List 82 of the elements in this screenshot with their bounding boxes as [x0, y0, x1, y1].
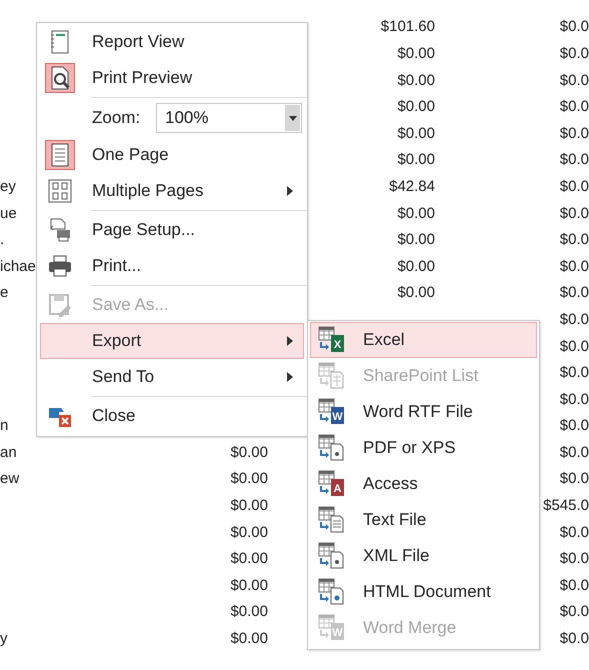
amount-cell: $0.0 [560, 258, 589, 275]
amount-cell: $0.0 [560, 231, 589, 248]
menu-item[interactable]: Multiple Pages [40, 173, 304, 209]
name-cell: ey [0, 178, 16, 195]
amount-cell: $0.00 [397, 151, 435, 168]
amount-cell: $0.0 [560, 390, 589, 408]
amount-cell: $0.0 [560, 151, 589, 168]
amount-cell: $0.00 [230, 444, 268, 461]
name-cell: ichae [0, 258, 36, 275]
amount-cell: $0.0 [560, 310, 589, 328]
menu-item[interactable]: HTML Document [310, 574, 537, 610]
amount-cell: $0.00 [397, 258, 435, 275]
name-cell: n [0, 417, 8, 434]
amount-cell: $0.00 [230, 497, 268, 514]
amount-cell: $0.0 [560, 603, 589, 620]
amount-cell: $101.60 [380, 18, 435, 36]
menu-item[interactable]: Export [40, 323, 304, 359]
zoom-dropdown[interactable]: 100% [156, 103, 302, 133]
amount-cell: $545.0 [543, 497, 589, 514]
amount-cell: $0.0 [560, 98, 589, 116]
amount-cell: $0.0 [560, 338, 589, 355]
menu-item[interactable]: XML File [310, 538, 537, 574]
amount-cell: $0.00 [397, 124, 435, 142]
amount-cell: $0.0 [560, 470, 589, 488]
submenu-arrow-icon [287, 186, 293, 196]
amount-cell: $0.00 [397, 204, 435, 222]
amount-cell: $0.00 [230, 630, 268, 648]
amount-cell: $0.00 [397, 44, 435, 62]
amount-cell: $0.0 [560, 444, 589, 461]
menu-item[interactable]: A Access [310, 466, 537, 502]
menu-item[interactable]: X Excel [310, 322, 537, 358]
zoom-label: Zoom: [92, 108, 142, 128]
menu-item[interactable]: Text File [310, 502, 537, 538]
amount-cell: $0.00 [397, 284, 435, 302]
name-cell: ue [0, 204, 17, 222]
amount-cell: $0.00 [230, 524, 268, 541]
amount-cell: $0.00 [230, 603, 268, 620]
menu-item[interactable]: One Page [40, 137, 304, 173]
amount-cell: $42.84 [389, 178, 435, 195]
menu-item[interactable]: Print... [40, 248, 304, 284]
amount-cell: $0.0 [560, 364, 589, 382]
table-export-icon [316, 361, 346, 391]
amount-cell: $0.00 [397, 98, 435, 116]
menu-item[interactable]: W Word RTF File [310, 394, 537, 430]
page-pencil-icon [47, 292, 73, 318]
name-cell: e [0, 284, 8, 302]
printer-icon [47, 253, 73, 279]
menu-item[interactable]: Report View [40, 24, 304, 60]
amount-cell: $0.0 [560, 124, 589, 142]
amount-cell: $0.0 [560, 630, 589, 648]
amount-cell: $0.00 [230, 576, 268, 594]
amount-cell: $0.0 [560, 284, 589, 302]
menu-item[interactable]: PDF or XPS [310, 430, 537, 466]
table-export-icon [316, 433, 346, 463]
amount-cell: $0.0 [560, 576, 589, 594]
amount-cell: $0.00 [230, 470, 268, 488]
amount-cell: $0.0 [560, 178, 589, 195]
amount-cell: $0.00 [397, 72, 435, 89]
table-export-icon [316, 541, 346, 571]
menu-item[interactable]: Page Setup... [40, 212, 304, 248]
grid-icon [47, 178, 73, 204]
menu-item[interactable]: Close [40, 398, 304, 434]
name-cell: y [0, 630, 8, 648]
menu-item[interactable]: Print Preview [40, 60, 304, 96]
menu-item[interactable]: Send To [40, 359, 304, 395]
amount-cell: $0.0 [560, 18, 589, 36]
name-cell: an [0, 444, 17, 461]
amount-cell: $0.00 [230, 550, 268, 568]
table-export-icon [316, 505, 346, 535]
submenu-arrow-icon [287, 372, 293, 382]
amount-cell: $0.0 [560, 72, 589, 89]
table-export-icon [316, 577, 346, 607]
amount-cell: $0.00 [397, 231, 435, 248]
amount-cell: $0.0 [560, 550, 589, 568]
submenu-arrow-icon [287, 336, 293, 346]
dropdown-arrow-icon [288, 116, 296, 120]
amount-cell: $0.0 [560, 204, 589, 222]
amount-cell: $0.0 [560, 417, 589, 434]
amount-cell: $0.0 [560, 44, 589, 62]
name-cell: ew [0, 470, 20, 488]
name-cell: . [0, 231, 4, 248]
amount-cell: $0.0 [560, 524, 589, 541]
